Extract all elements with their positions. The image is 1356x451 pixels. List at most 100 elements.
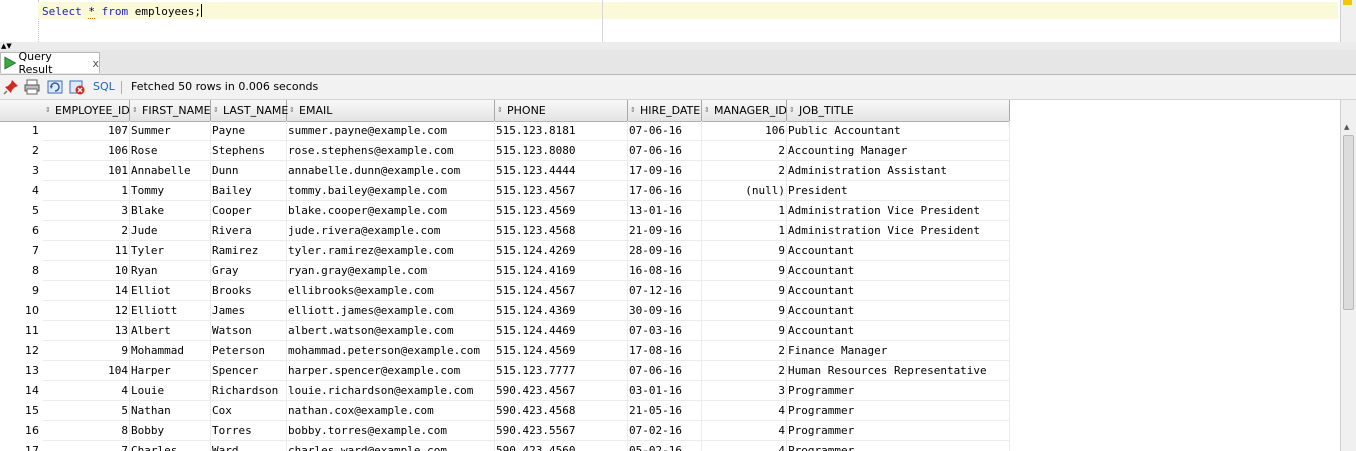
cell-email[interactable]: harper.spencer@example.com bbox=[287, 361, 495, 381]
row-number[interactable]: 9 bbox=[0, 281, 43, 301]
cell-first-name[interactable]: Tommy bbox=[130, 181, 211, 201]
cell-phone[interactable]: 515.124.4567 bbox=[495, 281, 628, 301]
row-number[interactable]: 14 bbox=[0, 381, 43, 401]
cell-manager-id[interactable]: 4 bbox=[702, 441, 787, 451]
cell-job-title[interactable]: Accountant bbox=[787, 301, 1010, 321]
results-grid[interactable]: ⇕ EMPLOYEE_ID ⇕ FIRST_NAME ⇕ LAST_NAME ⇕ EMAIL ⇕… bbox=[0, 100, 1340, 451]
cell-job-title[interactable]: Programmer bbox=[787, 421, 1010, 441]
cell-job-title[interactable]: Accountant bbox=[787, 281, 1010, 301]
cell-employee-id[interactable]: 12 bbox=[43, 301, 130, 321]
row-number[interactable]: 1 bbox=[0, 121, 43, 141]
cell-manager-id[interactable]: 9 bbox=[702, 261, 787, 281]
table-row[interactable]: 7 11 Tyler Ramirez tyler.ramirez@example.com… bbox=[0, 241, 1010, 261]
column-header-email[interactable]: ⇕ EMAIL bbox=[287, 100, 495, 121]
column-header-hire-date[interactable]: ⇕ HIRE_DATE bbox=[628, 100, 702, 121]
cell-job-title[interactable]: Programmer bbox=[787, 381, 1010, 401]
cell-hire-date[interactable]: 13-01-16 bbox=[628, 201, 702, 221]
cell-email[interactable]: rose.stephens@example.com bbox=[287, 141, 495, 161]
sort-icon[interactable]: ⇕ bbox=[630, 100, 638, 121]
cell-first-name[interactable]: Albert bbox=[130, 321, 211, 341]
cell-employee-id[interactable]: 11 bbox=[43, 241, 130, 261]
table-row[interactable]: 5 3 Blake Cooper blake.cooper@example.com 515… bbox=[0, 201, 1010, 221]
print-icon[interactable] bbox=[24, 79, 40, 95]
cell-job-title[interactable]: Programmer bbox=[787, 401, 1010, 421]
cell-phone[interactable]: 515.123.4569 bbox=[495, 201, 628, 221]
table-row[interactable]: 8 10 Ryan Gray ryan.gray@example.com 515.124.… bbox=[0, 261, 1010, 281]
table-row[interactable]: 14 4 Louie Richardson louie.richardson@examp… bbox=[0, 381, 1010, 401]
cell-job-title[interactable]: Administration Vice President bbox=[787, 201, 1010, 221]
cell-last-name[interactable]: Cooper bbox=[211, 201, 287, 221]
cell-hire-date[interactable]: 05-02-16 bbox=[628, 441, 702, 451]
cell-job-title[interactable]: Administration Assistant bbox=[787, 161, 1010, 181]
cell-phone[interactable]: 515.124.4269 bbox=[495, 241, 628, 261]
cell-first-name[interactable]: Nathan bbox=[130, 401, 211, 421]
row-number[interactable]: 6 bbox=[0, 221, 43, 241]
cell-manager-id[interactable]: 2 bbox=[702, 361, 787, 381]
table-row[interactable]: 4 1 Tommy Bailey tommy.bailey@example.com 515… bbox=[0, 181, 1010, 201]
cell-last-name[interactable]: Ward bbox=[211, 441, 287, 451]
cell-email[interactable]: blake.cooper@example.com bbox=[287, 201, 495, 221]
cell-manager-id[interactable]: 3 bbox=[702, 381, 787, 401]
cell-hire-date[interactable]: 30-09-16 bbox=[628, 301, 702, 321]
cell-last-name[interactable]: Gray bbox=[211, 261, 287, 281]
cell-job-title[interactable]: Administration Vice President bbox=[787, 221, 1010, 241]
cell-first-name[interactable]: Annabelle bbox=[130, 161, 211, 181]
cell-phone[interactable]: 590.423.4568 bbox=[495, 401, 628, 421]
cell-first-name[interactable]: Blake bbox=[130, 201, 211, 221]
cell-last-name[interactable]: Stephens bbox=[211, 141, 287, 161]
cell-last-name[interactable]: Torres bbox=[211, 421, 287, 441]
cell-hire-date[interactable]: 21-09-16 bbox=[628, 221, 702, 241]
column-header-last-name[interactable]: ⇕ LAST_NAME bbox=[211, 100, 288, 121]
sort-icon[interactable]: ⇕ bbox=[132, 100, 140, 121]
cell-hire-date[interactable]: 03-01-16 bbox=[628, 381, 702, 401]
cell-email[interactable]: nathan.cox@example.com bbox=[287, 401, 495, 421]
refresh-sql-icon[interactable] bbox=[47, 79, 63, 95]
cell-manager-id[interactable]: 2 bbox=[702, 341, 787, 361]
sql-statement[interactable]: Select * from employees; bbox=[42, 4, 202, 19]
table-row[interactable]: 12 9 Mohammad Peterson mohammad.peterson@exa… bbox=[0, 341, 1010, 361]
cell-email[interactable]: ryan.gray@example.com bbox=[287, 261, 495, 281]
cell-phone[interactable]: 515.124.4169 bbox=[495, 261, 628, 281]
cell-phone[interactable]: 590.423.5567 bbox=[495, 421, 628, 441]
collapse-arrows-icon[interactable]: ▲▼ bbox=[1, 42, 12, 50]
cell-email[interactable]: elliott.james@example.com bbox=[287, 301, 495, 321]
cell-employee-id[interactable]: 1 bbox=[43, 181, 130, 201]
cell-employee-id[interactable]: 9 bbox=[43, 341, 130, 361]
cell-last-name[interactable]: Cox bbox=[211, 401, 287, 421]
cell-employee-id[interactable]: 8 bbox=[43, 421, 130, 441]
cell-last-name[interactable]: Bailey bbox=[211, 181, 287, 201]
cell-hire-date[interactable]: 07-06-16 bbox=[628, 121, 702, 141]
cell-job-title[interactable]: Human Resources Representative bbox=[787, 361, 1010, 381]
cell-manager-id[interactable]: 9 bbox=[702, 301, 787, 321]
table-row[interactable]: 9 14 Elliot Brooks ellibrooks@example.com 515… bbox=[0, 281, 1010, 301]
cell-email[interactable]: ellibrooks@example.com bbox=[287, 281, 495, 301]
cell-hire-date[interactable]: 17-08-16 bbox=[628, 341, 702, 361]
sql-link[interactable]: SQL bbox=[93, 80, 115, 93]
cell-last-name[interactable]: Dunn bbox=[211, 161, 287, 181]
sort-icon[interactable]: ⇕ bbox=[789, 100, 797, 121]
cell-phone[interactable]: 515.123.4568 bbox=[495, 221, 628, 241]
cell-first-name[interactable]: Louie bbox=[130, 381, 211, 401]
cell-employee-id[interactable]: 5 bbox=[43, 401, 130, 421]
cell-phone[interactable]: 590.423.4567 bbox=[495, 381, 628, 401]
table-row[interactable]: 6 2 Jude Rivera jude.rivera@example.com 515.1… bbox=[0, 221, 1010, 241]
cancel-sql-icon[interactable] bbox=[69, 79, 85, 95]
cell-first-name[interactable]: Charles bbox=[130, 441, 211, 451]
cell-email[interactable]: bobby.torres@example.com bbox=[287, 421, 495, 441]
cell-last-name[interactable]: Peterson bbox=[211, 341, 287, 361]
sort-icon[interactable]: ⇕ bbox=[289, 100, 297, 121]
cell-hire-date[interactable]: 28-09-16 bbox=[628, 241, 702, 261]
sort-icon[interactable]: ⇕ bbox=[497, 100, 505, 121]
cell-job-title[interactable]: Programmer bbox=[787, 441, 1010, 451]
column-header-manager-id[interactable]: ⇕ MANAGER_ID bbox=[702, 100, 787, 121]
cell-employee-id[interactable]: 2 bbox=[43, 221, 130, 241]
table-row[interactable]: 16 8 Bobby Torres bobby.torres@example.com 59… bbox=[0, 421, 1010, 441]
table-row[interactable]: 17 7 Charles Ward charles.ward@example.com 59… bbox=[0, 441, 1010, 451]
cell-first-name[interactable]: Ryan bbox=[130, 261, 211, 281]
table-row[interactable]: 15 5 Nathan Cox nathan.cox@example.com 590.42… bbox=[0, 401, 1010, 421]
cell-email[interactable]: annabelle.dunn@example.com bbox=[287, 161, 495, 181]
table-row[interactable]: 13 104 Harper Spencer harper.spencer@example… bbox=[0, 361, 1010, 381]
pane-splitter[interactable]: ▲▼ bbox=[0, 42, 1356, 50]
cell-employee-id[interactable]: 4 bbox=[43, 381, 130, 401]
cell-last-name[interactable]: Brooks bbox=[211, 281, 287, 301]
